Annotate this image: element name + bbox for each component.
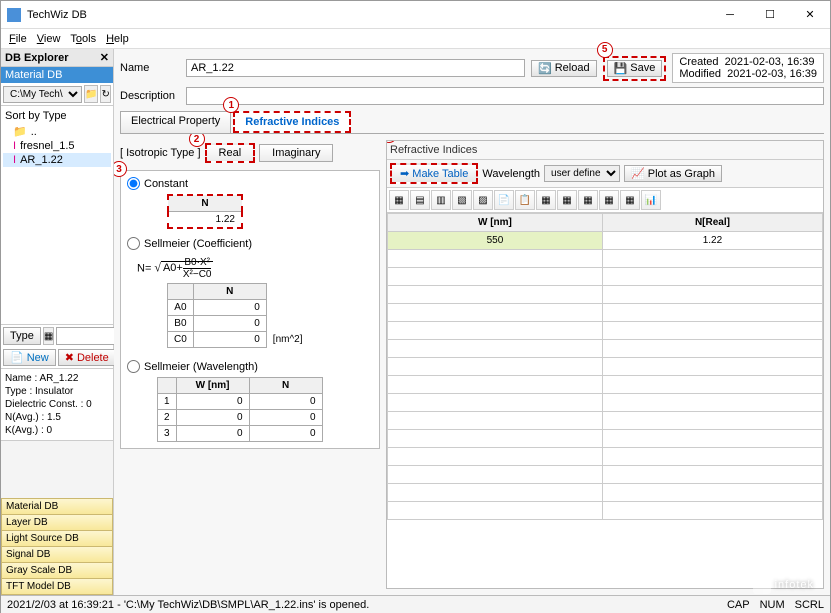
wavelength-select[interactable]: user define xyxy=(544,165,620,182)
sw3w[interactable] xyxy=(183,428,243,439)
tool-7[interactable]: 📋 xyxy=(515,190,535,210)
refresh-icon[interactable]: ↻ xyxy=(100,85,111,103)
toolbar: ▦▤▥▧▨📄📋▦▦▦▦▦📊 xyxy=(387,188,823,213)
tool-11[interactable]: ▦ xyxy=(599,190,619,210)
window-title: TechWiz DB xyxy=(27,9,710,21)
callout-2: 2 xyxy=(189,134,205,147)
type-button[interactable]: Type xyxy=(3,327,41,345)
tool-3[interactable]: ▥ xyxy=(431,190,451,210)
c0-input[interactable] xyxy=(200,334,260,345)
sw3n[interactable] xyxy=(256,428,316,439)
const-value[interactable] xyxy=(175,214,235,225)
callout-1: 1 xyxy=(223,97,239,113)
close-button[interactable]: ✕ xyxy=(790,1,830,29)
sort-label: Sort by Type xyxy=(3,108,111,124)
minimize-button[interactable]: ─ xyxy=(710,1,750,29)
tab-electrical[interactable]: Electrical Property xyxy=(120,111,231,133)
delete-button[interactable]: ✖ Delete xyxy=(58,349,116,366)
subtab-real[interactable]: 2 Real xyxy=(205,143,256,163)
make-table-button[interactable]: ➡ Make Table xyxy=(390,163,478,184)
ri-table[interactable]: W [nm]N[Real] 5501.22 xyxy=(387,213,823,520)
db-layer[interactable]: Layer DB xyxy=(1,514,113,531)
tool-12[interactable]: ▦ xyxy=(620,190,640,210)
tab-refractive[interactable]: 1 Refractive Indices xyxy=(233,111,351,133)
tool-10[interactable]: ▦ xyxy=(578,190,598,210)
subtab-imaginary[interactable]: Imaginary xyxy=(259,144,333,162)
sellmeier-formula: N= √A0+B0·X²X²−C0 xyxy=(127,254,373,283)
new-button[interactable]: 📄 New xyxy=(3,349,56,366)
ri-title: Refractive Indices xyxy=(390,144,477,156)
wavelength-label: Wavelength xyxy=(482,168,540,180)
radio-sellmeier-coef[interactable] xyxy=(127,237,140,250)
desc-label: Description xyxy=(120,90,180,102)
a0-input[interactable] xyxy=(200,302,260,313)
sidebar-active-tab[interactable]: Material DB xyxy=(1,67,113,83)
dates-box: Created 2021-02-03, 16:39 Modified 2021-… xyxy=(672,53,824,83)
menu-help[interactable]: Help xyxy=(106,33,129,45)
radio-constant[interactable] xyxy=(127,177,140,190)
menu-view[interactable]: View xyxy=(37,33,61,45)
tool-6[interactable]: 📄 xyxy=(494,190,514,210)
plot-button[interactable]: 📈 Plot as Graph xyxy=(624,165,722,182)
sellc-label: Sellmeier (Coefficient) xyxy=(144,238,252,250)
maximize-button[interactable]: ☐ xyxy=(750,1,790,29)
tool-5[interactable]: ▨ xyxy=(473,190,493,210)
constant-label: Constant xyxy=(144,178,188,190)
status-scrl: SCRL xyxy=(795,599,824,611)
menu-tools[interactable]: Tools xyxy=(70,33,96,45)
tool-9[interactable]: ▦ xyxy=(557,190,577,210)
sw2w[interactable] xyxy=(183,412,243,423)
menu-file[interactable]: File xyxy=(9,33,27,45)
iso-label: [ Isotropic Type ] xyxy=(120,147,201,159)
status-num: NUM xyxy=(760,599,785,611)
db-explorer-label: DB Explorer xyxy=(5,52,69,64)
sellw-label: Sellmeier (Wavelength) xyxy=(144,361,258,373)
reload-button[interactable]: 🔄 Reload xyxy=(531,60,597,77)
app-icon xyxy=(7,8,21,22)
radio-sellmeier-wave[interactable] xyxy=(127,360,140,373)
db-light[interactable]: Light Source DB xyxy=(1,530,113,547)
b0-input[interactable] xyxy=(200,318,260,329)
db-tft[interactable]: TFT Model DB xyxy=(1,578,113,595)
tree-item-fresnel[interactable]: I fresnel_1.5 xyxy=(3,139,111,153)
path-select[interactable]: C:\My Tech\ xyxy=(3,86,82,103)
status-cap: CAP xyxy=(727,599,750,611)
name-label: Name xyxy=(120,62,180,74)
const-col-n: N xyxy=(168,195,242,212)
db-material[interactable]: Material DB xyxy=(1,498,113,515)
sw1w[interactable] xyxy=(183,396,243,407)
sw1n[interactable] xyxy=(256,396,316,407)
db-signal[interactable]: Signal DB xyxy=(1,546,113,563)
tool-1[interactable]: ▦ xyxy=(389,190,409,210)
desc-input[interactable] xyxy=(186,87,824,105)
tool-8[interactable]: ▦ xyxy=(536,190,556,210)
tool-13[interactable]: 📊 xyxy=(641,190,661,210)
status-text: 2021/2/03 at 16:39:21 - 'C:\My TechWiz\D… xyxy=(7,599,369,611)
db-gray[interactable]: Gray Scale DB xyxy=(1,562,113,579)
panel-close-icon[interactable]: ✕ xyxy=(100,51,109,64)
name-input[interactable] xyxy=(186,59,525,77)
type-icon1[interactable]: ▦ xyxy=(43,327,54,345)
save-button[interactable]: 💾 Save xyxy=(607,60,663,77)
info-panel: Name : AR_1.22 Type : Insulator Dielectr… xyxy=(1,368,113,441)
tool-2[interactable]: ▤ xyxy=(410,190,430,210)
callout-5: 5 xyxy=(597,42,613,58)
folder-icon[interactable]: 📁 xyxy=(84,85,98,103)
tree-up[interactable]: 📁 .. xyxy=(3,124,111,139)
tool-4[interactable]: ▧ xyxy=(452,190,472,210)
sw2n[interactable] xyxy=(256,412,316,423)
callout-3: 3 xyxy=(114,161,127,177)
tree-item-ar[interactable]: I AR_1.22 xyxy=(3,153,111,167)
callout-4: 4 xyxy=(386,140,397,143)
